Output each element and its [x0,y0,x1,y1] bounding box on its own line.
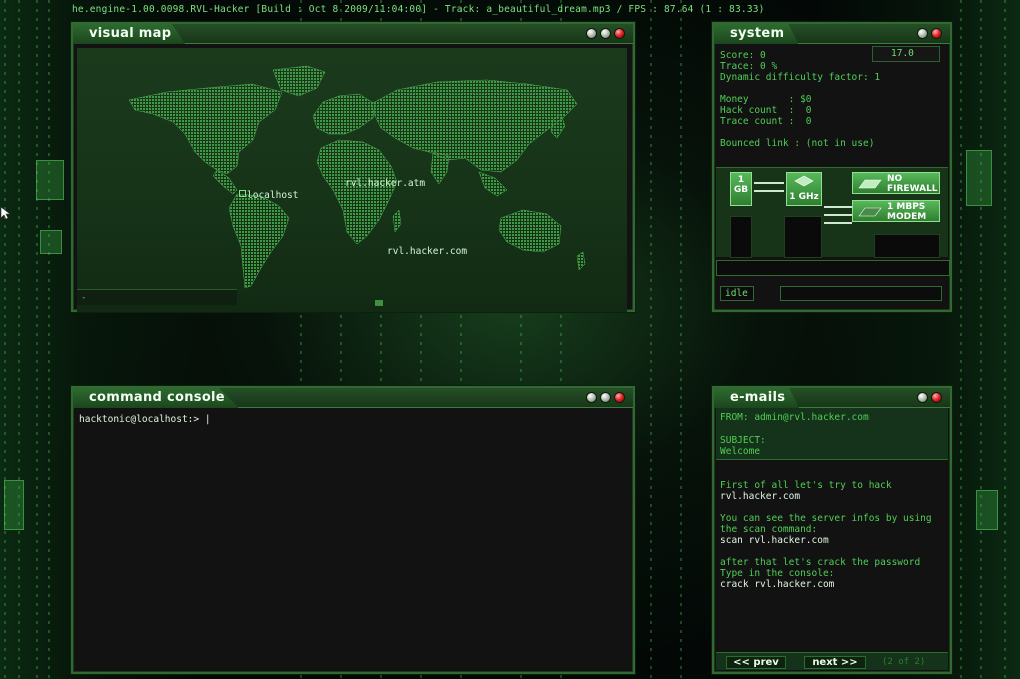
system-stats: Score: 0 Trace: 0 % Dynamic difficulty f… [720,50,880,149]
email-body-line: the scan command: [720,524,818,535]
email-body-line: rvl.hacker.com [720,491,801,502]
system-counter: 17.0 [872,46,940,62]
close-icon[interactable] [614,392,625,403]
email-body-line [720,502,932,513]
email-body-line: after that let's crack the password [720,557,921,568]
map-label-com[interactable]: rvl.hacker.com [387,246,467,257]
trace-count-text: Trace count : 0 [720,116,812,127]
ram-slot [730,216,752,258]
command-console-title: command console [73,388,239,408]
modem-slot [874,234,940,258]
localhost-node-marker[interactable] [239,190,246,197]
close-icon[interactable] [931,392,942,403]
email-navigation: << prev next >> (2 of 2) [716,652,948,670]
console-input[interactable] [204,414,505,425]
mouse-pointer-icon [0,206,11,220]
cpu-label: 1 GHz [789,192,819,202]
visual-map-panel: visual map localhost rvl.hacker.atm rvl.… [71,22,635,312]
trace-text: Trace: 0 % [720,61,778,72]
prev-email-button[interactable]: << prev [726,656,786,669]
email-body-line: crack rvl.hacker.com [720,579,835,590]
cpu-slot [784,216,822,258]
email-subject-label: SUBJECT: [720,435,766,446]
email-subject: Welcome [720,446,761,457]
command-console-panel: command console hacktonic@localhost:> [71,386,635,674]
world-map[interactable]: localhost rvl.hacker.atm rvl.hacker.com [77,48,627,312]
modem-module[interactable]: 1 MBPS MODEM [852,200,940,222]
engine-status-bar: he.engine-1.00.0098.RVL-Hacker [Build : … [72,4,765,15]
email-header-info: FROM: admin@rvl.hacker.com SUBJECT: Welc… [716,408,948,460]
system-header[interactable]: system [714,24,950,44]
next-email-button[interactable]: next >> [804,656,866,669]
visual-map-title: visual map [73,24,186,44]
maximize-icon[interactable] [600,28,611,39]
firewall-label: NO FIREWALL [887,174,938,194]
map-label-atm[interactable]: rvl.hacker.atm [345,178,425,189]
email-body-line: You can see the server infos by using [720,513,932,524]
system-status: idle [720,286,754,301]
ram-module[interactable]: 1 GB [730,172,752,206]
firewall-icon [858,179,882,189]
bounced-link-text: Bounced link : (not in use) [720,138,875,149]
difficulty-text: Dynamic difficulty factor: 1 [720,72,881,83]
hack-count-text: Hack count : 0 [720,105,812,116]
modem-label: 1 MBPS MODEM [887,202,927,222]
system-panel: system 17.0 Score: 0 Trace: 0 % Dynamic … [712,22,952,312]
firewall-module[interactable]: NO FIREWALL [852,172,940,194]
email-page-indicator: (2 of 2) [882,657,926,667]
close-icon[interactable] [931,28,942,39]
email-body-line: First of all let's try to hack [720,480,892,491]
emails-panel: e-mails FROM: admin@rvl.hacker.com SUBJE… [712,386,952,674]
map-scroll-handle[interactable] [375,300,383,306]
hardware-diagram: 1 GB 1 GHz NO FIREWALL 1 MBPS MODEM [716,167,948,258]
modem-icon [858,207,882,217]
cpu-module[interactable]: 1 GHz [786,172,822,206]
visual-map-header[interactable]: visual map [73,24,633,44]
close-icon[interactable] [614,28,625,39]
console-output[interactable]: hacktonic@localhost:> [79,414,627,666]
minimize-icon[interactable] [917,392,928,403]
minimize-icon[interactable] [586,392,597,403]
minimize-icon[interactable] [917,28,928,39]
email-body-line: scan rvl.hacker.com [720,535,829,546]
maximize-icon[interactable] [600,392,611,403]
minimize-icon[interactable] [586,28,597,39]
email-body-line [720,546,932,557]
emails-header[interactable]: e-mails [714,388,950,408]
email-from: FROM: admin@rvl.hacker.com [720,412,869,423]
console-prompt: hacktonic@localhost:> [79,414,205,425]
emails-title: e-mails [714,388,800,408]
map-status-line: - [77,289,237,305]
command-console-header[interactable]: command console [73,388,633,408]
system-title: system [714,24,799,44]
money-text: Money : $0 [720,94,812,105]
email-body-line: Type in the console: [720,568,835,579]
system-activity-bar [780,286,942,301]
map-label-localhost[interactable]: localhost [247,190,298,201]
email-body: First of all let's try to hack rvl.hacke… [720,480,932,590]
system-progress-bar [716,260,950,276]
score-text: Score: 0 [720,50,766,61]
cpu-chip-icon [794,175,814,187]
